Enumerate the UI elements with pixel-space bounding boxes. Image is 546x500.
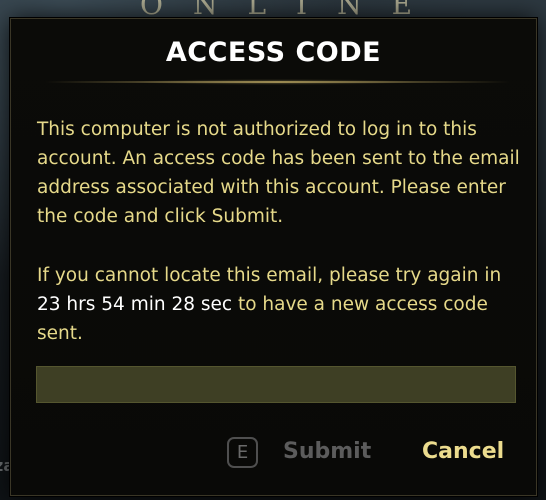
- title-divider: [45, 81, 510, 83]
- e-key-icon: E: [227, 437, 258, 468]
- retry-message-prefix: If you cannot locate this email, please …: [37, 265, 502, 286]
- dialog-title: ACCESS CODE: [165, 37, 382, 68]
- access-code-input[interactable]: [36, 366, 516, 403]
- retry-message: If you cannot locate this email, please …: [37, 261, 527, 348]
- authorization-message: This computer is not authorized to log i…: [37, 119, 520, 227]
- submit-button[interactable]: Submit: [283, 439, 371, 464]
- cancel-button[interactable]: Cancel: [422, 439, 504, 464]
- access-code-dialog: ACCESS CODE This computer is not authori…: [10, 18, 537, 496]
- background-logo-text: ONLINE: [140, 0, 443, 18]
- countdown-timer: 23 hrs 54 min 28 sec: [37, 294, 233, 315]
